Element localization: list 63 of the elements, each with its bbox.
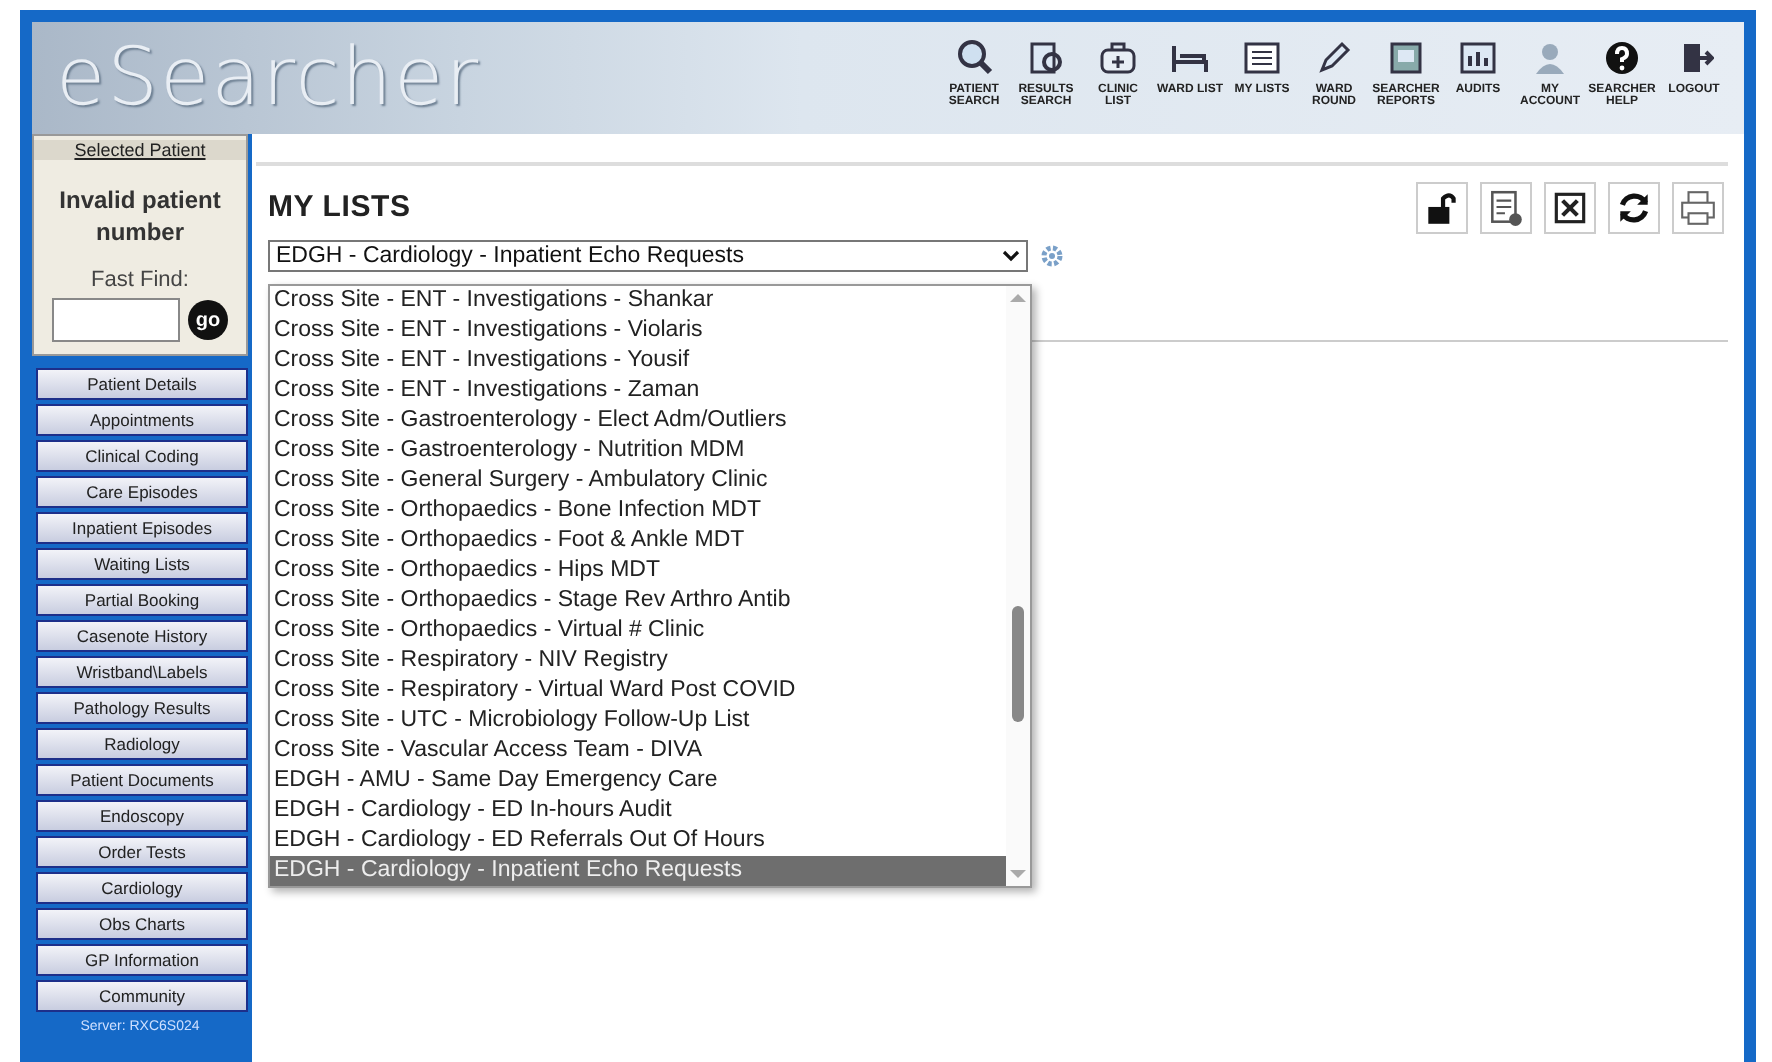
bar-chart-icon [1458, 38, 1498, 78]
chevron-down-icon [1002, 250, 1020, 262]
sidebar-menu-button[interactable]: Cardiology [36, 872, 248, 904]
printer-icon[interactable] [1672, 182, 1724, 234]
report-icon [1386, 38, 1426, 78]
sidebar-menu-button[interactable]: Patient Documents [36, 764, 248, 796]
sidebar-menu-button[interactable]: Community [36, 980, 248, 1012]
sidebar-menu-button[interactable]: Radiology [36, 728, 248, 760]
pencil-icon [1314, 38, 1354, 78]
sidebar-menu-button[interactable]: Clinical Coding [36, 440, 248, 472]
dropdown-option[interactable]: Cross Site - UTC - Microbiology Follow-Up List [270, 706, 1006, 736]
dropdown-option[interactable]: EDGH - Cardiology - ED Referrals Out Of Hours [270, 826, 1006, 856]
sidebar-menu-button[interactable]: Endoscopy [36, 800, 248, 832]
page-title: MY LISTS [268, 190, 411, 224]
dropdown-option[interactable]: Cross Site - Orthopaedics - Stage Rev Arthro Antib [270, 586, 1006, 616]
search-icon [954, 38, 994, 78]
scrollbar[interactable] [1006, 286, 1030, 886]
dropdown-option[interactable]: Cross Site - General Surgery - Ambulatory Clinic [270, 466, 1006, 496]
document-search-icon [1026, 38, 1066, 78]
dropdown-option[interactable]: Cross Site - Orthopaedics - Foot & Ankle MDT [270, 526, 1006, 556]
app-logo: eSearcher [56, 32, 483, 124]
sidebar-menu-button[interactable]: Obs Charts [36, 908, 248, 940]
dropdown-option[interactable]: Cross Site - Orthopaedics - Hips MDT [270, 556, 1006, 586]
list-settings-icon[interactable] [1480, 182, 1532, 234]
dropdown-option[interactable]: Cross Site - ENT - Investigations - Yousif [270, 346, 1006, 376]
dropdown-option[interactable]: Cross Site - Respiratory - NIV Registry [270, 646, 1006, 676]
selected-patient-link[interactable]: Selected Patient [34, 140, 246, 160]
dropdown-option[interactable]: Cross Site - Gastroenterology - Nutrition MDM [270, 436, 1006, 466]
patient-status: Invalid patient number [57, 184, 223, 248]
dropdown-option[interactable]: EDGH - Cardiology - Inpatient Echo Requests [270, 856, 1006, 886]
help-icon [1602, 38, 1642, 78]
person-icon [1530, 38, 1570, 78]
sidebar-menu-button[interactable]: Inpatient Episodes [36, 512, 248, 544]
fast-find-field[interactable] [52, 298, 180, 342]
dropdown-option[interactable]: Cross Site - ENT - Investigations - Shankar [270, 286, 1006, 316]
dropdown-option[interactable]: Cross Site - Vascular Access Team - DIVA [270, 736, 1006, 766]
unlocked-padlock-icon[interactable] [1416, 182, 1468, 234]
settings-icon[interactable] [1040, 244, 1064, 268]
dropdown-option[interactable]: Cross Site - ENT - Investigations - Violaris [270, 316, 1006, 346]
sidebar-menu-button[interactable]: GP Information [36, 944, 248, 976]
list-icon [1242, 38, 1282, 78]
dropdown-option[interactable]: EDGH - Cardiology - ED In-hours Audit [270, 796, 1006, 826]
sidebar-menu-button[interactable]: Casenote History [36, 620, 248, 652]
medical-bag-icon [1098, 38, 1138, 78]
dropdown-option[interactable]: Cross Site - Orthopaedics - Virtual # Clinic [270, 616, 1006, 646]
dropdown-option[interactable]: Cross Site - Gastroenterology - Elect Adm/Outliers [270, 406, 1006, 436]
sidebar-menu-button[interactable]: Partial Booking [36, 584, 248, 616]
dropdown-option[interactable]: EDGH - AMU - Same Day Emergency Care [270, 766, 1006, 796]
refresh-icon[interactable] [1608, 182, 1660, 234]
sidebar-menu-button[interactable]: Order Tests [36, 836, 248, 868]
sidebar-menu-button[interactable]: Patient Details [36, 368, 248, 400]
sidebar-menu-button[interactable]: Pathology Results [36, 692, 248, 724]
list-dropdown[interactable]: EDGH - Cardiology - Inpatient Echo Requests [268, 240, 1028, 272]
sidebar-menu-button[interactable]: Waiting Lists [36, 548, 248, 580]
dropdown-option[interactable]: Cross Site - Respiratory - Virtual Ward Post COVID [270, 676, 1006, 706]
sidebar-menu-button[interactable]: Appointments [36, 404, 248, 436]
dropdown-option[interactable]: Cross Site - Orthopaedics - Bone Infection MDT [270, 496, 1006, 526]
fast-find-label: Fast Find: [91, 268, 189, 292]
go-button[interactable]: go [188, 300, 228, 340]
close-icon[interactable] [1544, 182, 1596, 234]
sidebar-menu-button[interactable]: Care Episodes [36, 476, 248, 508]
sidebar-menu-button[interactable]: Wristband\Labels [36, 656, 248, 688]
dropdown-option[interactable]: Cross Site - ENT - Investigations - Zaman [270, 376, 1006, 406]
